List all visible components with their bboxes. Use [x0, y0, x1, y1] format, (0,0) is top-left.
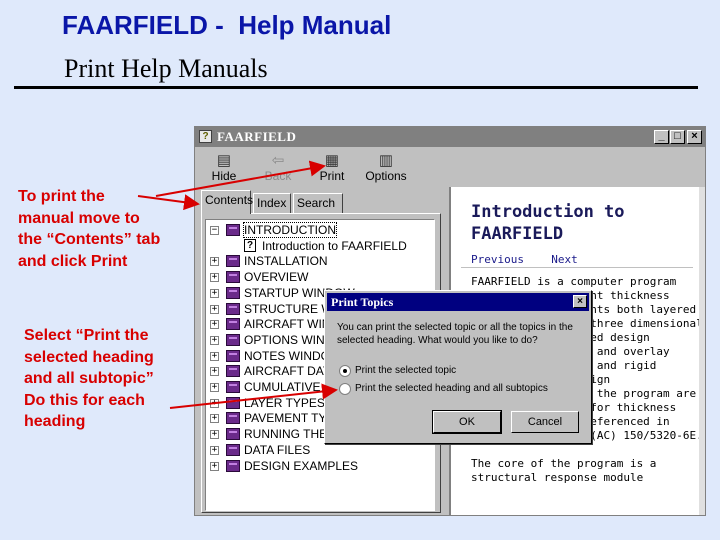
tree-topic-item[interactable]: ? Introduction to FAARFIELD [206, 238, 434, 254]
tree-item-label: Introduction to FAARFIELD [262, 238, 407, 253]
window-title: FAARFIELD [217, 129, 297, 144]
hide-button[interactable]: ▤ Hide [197, 151, 251, 185]
topic-title-line: FAARFIELD [471, 224, 564, 244]
options-icon: ▥ [378, 152, 394, 169]
expand-icon[interactable]: + [210, 414, 219, 424]
expand-icon[interactable]: + [210, 273, 219, 283]
expand-icon[interactable]: + [210, 367, 219, 377]
print-button[interactable]: ▦ Print [305, 151, 359, 185]
dialog-question: You can print the selected topic or all … [337, 322, 573, 346]
book-icon [226, 286, 240, 299]
expand-icon[interactable]: + [210, 351, 219, 361]
book-icon [226, 271, 240, 284]
minimize-button[interactable]: _ [654, 130, 669, 144]
note-line: and click Print [18, 252, 128, 270]
window-titlebar[interactable]: ? FAARFIELD _ □ × [195, 127, 705, 147]
expand-icon[interactable]: + [210, 320, 219, 330]
dialog-title: Print Topics [331, 295, 394, 309]
tab-contents[interactable]: Contents [201, 190, 253, 214]
expand-icon[interactable]: + [210, 304, 219, 314]
title-divider [14, 86, 698, 89]
back-icon: ⇦ [271, 152, 285, 169]
note-line: Select “Print the [24, 327, 149, 344]
back-label: Back [264, 169, 292, 183]
topic-title: Introduction to FAARFIELD [471, 201, 625, 245]
book-icon [226, 381, 240, 393]
print-label: Print [319, 169, 345, 183]
dialog-close-button[interactable]: × [573, 295, 587, 308]
tree-item-label: DATA FILES [244, 442, 311, 457]
expand-icon[interactable]: + [210, 335, 219, 345]
book-icon [226, 443, 240, 456]
ok-button[interactable]: OK [432, 410, 502, 434]
print-topics-dialog: Print Topics × You can print the selecte… [324, 290, 592, 444]
expand-icon[interactable]: + [210, 398, 219, 408]
back-button[interactable]: ⇦ Back [251, 151, 305, 185]
tree-item-label: LAYER TYPES [244, 395, 325, 410]
expand-icon[interactable]: + [210, 445, 219, 455]
book-icon [226, 412, 240, 425]
tree-item-label: INSTALLATION [244, 254, 328, 269]
tab-search[interactable]: Search [293, 193, 343, 213]
close-button[interactable]: × [687, 130, 702, 144]
print-topic-radio[interactable] [339, 365, 351, 377]
expand-icon[interactable]: + [210, 257, 219, 267]
expand-icon[interactable]: + [210, 288, 219, 298]
options-label: Options [365, 169, 407, 183]
note-line: heading [24, 413, 86, 430]
maximize-button[interactable]: □ [670, 130, 685, 144]
note-line: the “Contents” tab [18, 231, 161, 248]
book-icon [226, 396, 240, 409]
note-line: To print the [18, 188, 105, 205]
note-line: Do this for each [24, 391, 145, 409]
tab-index[interactable]: Index [253, 193, 291, 213]
book-icon [226, 255, 240, 268]
expand-icon[interactable]: + [210, 430, 219, 440]
previous-link[interactable]: Previous [471, 253, 524, 266]
instruction-note-subtopics: Select “Print the selected heading and a… [24, 325, 154, 433]
book-icon [226, 459, 240, 472]
tree-item-label: INTRODUCTION [243, 222, 337, 238]
help-app-icon: ? [199, 130, 212, 143]
topic-title-line: Introduction to [471, 202, 625, 222]
slide-title: FAARFIELD - Help Manual [62, 10, 392, 40]
book-icon [226, 333, 240, 346]
book-icon [226, 428, 240, 441]
print-topic-label[interactable]: Print the selected topic [355, 365, 456, 376]
book-icon [226, 224, 240, 236]
options-button[interactable]: ▥ Options [359, 151, 413, 185]
tree-book-item[interactable]: + OVERVIEW [206, 269, 434, 285]
tree-book-item[interactable]: + INSTALLATION [206, 253, 434, 269]
cancel-button[interactable]: Cancel [511, 411, 579, 433]
print-heading-radio[interactable] [339, 383, 351, 395]
book-icon [226, 318, 240, 331]
book-icon [226, 365, 240, 378]
note-line: manual move to [18, 209, 140, 227]
next-link[interactable]: Next [551, 253, 578, 266]
hide-label: Hide [211, 169, 237, 183]
print-icon: ▦ [324, 152, 340, 169]
book-icon [226, 302, 240, 315]
vertical-scrollbar[interactable] [699, 187, 705, 515]
tree-book-item[interactable]: − INTRODUCTION [206, 222, 434, 238]
tree-item-label: OVERVIEW [244, 270, 309, 285]
book-icon [226, 349, 240, 362]
hide-icon: ▤ [216, 152, 232, 169]
expand-icon[interactable]: + [210, 383, 219, 392]
topic-divider [461, 267, 693, 268]
tree-book-item[interactable]: + DESIGN EXAMPLES [206, 458, 434, 474]
topic-page-icon: ? [244, 238, 256, 252]
tree-item-label: DESIGN EXAMPLES [244, 458, 359, 473]
tree-book-item[interactable]: + DATA FILES [206, 442, 434, 458]
slide-subtitle: Print Help Manuals [64, 54, 268, 83]
collapse-icon[interactable]: − [210, 226, 219, 235]
topic-nav: Previous Next [471, 253, 578, 266]
dialog-titlebar[interactable]: Print Topics × [327, 293, 589, 311]
note-line: and all subtopic” [24, 370, 154, 387]
expand-icon[interactable]: + [210, 461, 219, 471]
instruction-note-contents: To print the manual move to the “Content… [18, 186, 160, 272]
print-heading-label[interactable]: Print the selected heading and all subto… [355, 383, 548, 394]
note-line: selected heading [24, 348, 154, 366]
